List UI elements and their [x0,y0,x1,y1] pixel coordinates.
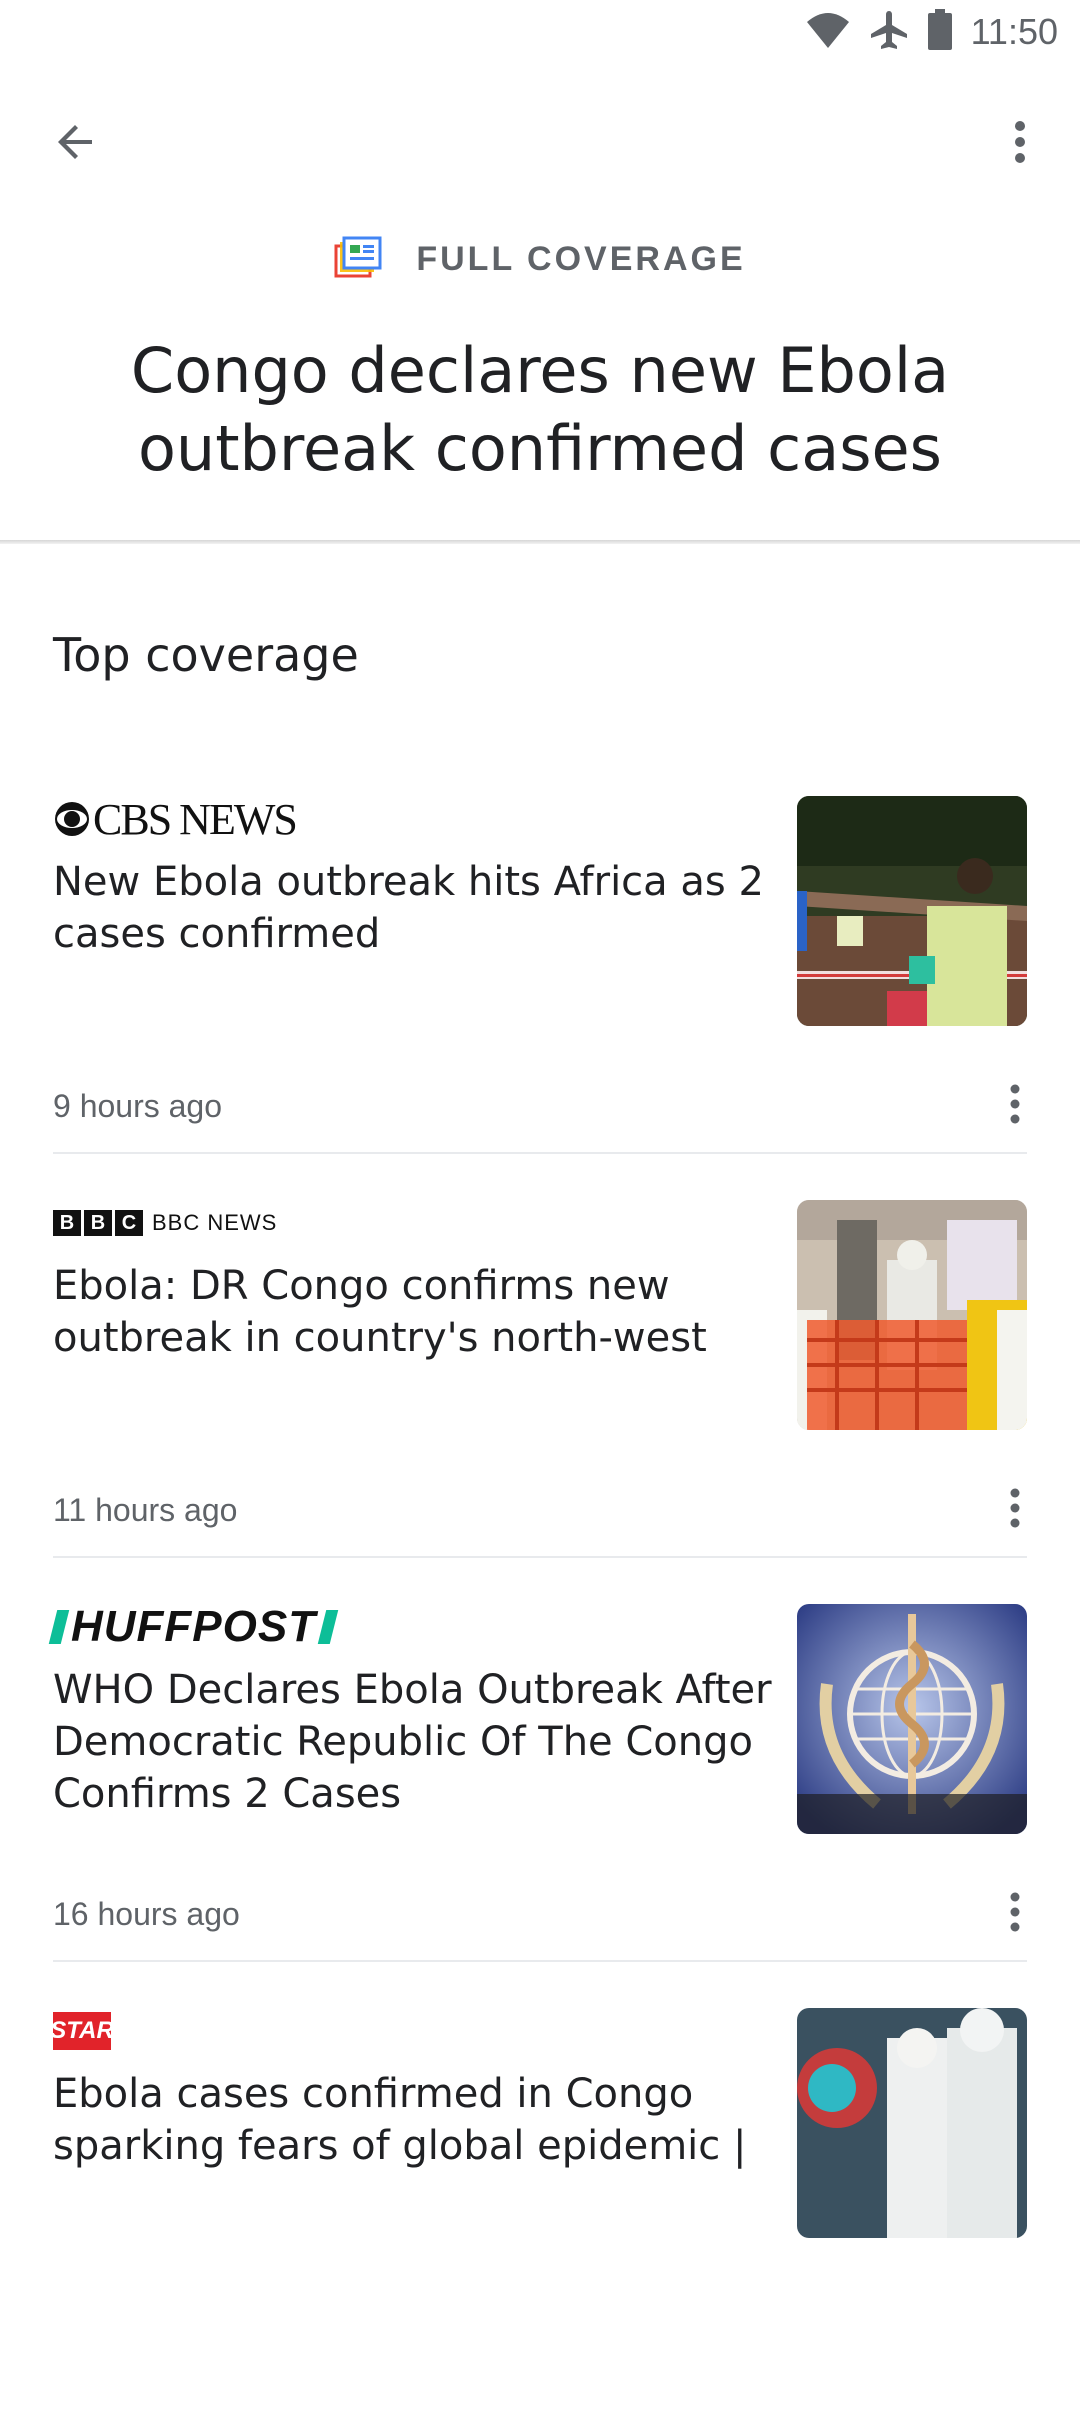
article-headline[interactable]: Ebola: DR Congo confirms new outbreak in… [53,1260,773,1364]
article-more-button[interactable] [991,1066,1039,1146]
publisher-name: CBS NEWS [93,794,298,844]
article-divider [53,1960,1027,1962]
status-icons: 11:50 [805,8,1058,56]
more-vert-icon [1014,120,1026,169]
article-text: CBS NEWS New Ebola outbreak hits Africa … [53,794,773,960]
publisher-name: BBC NEWS [152,1210,278,1235]
cbs-eye-icon [55,802,89,836]
cbs-news-logo: CBS NEWS [53,794,298,845]
huffpost-logo: HUFFPOST [48,1602,339,1652]
article-time: 11 hours ago [53,1492,238,1528]
article-thumbnail[interactable] [797,2008,1027,2238]
article-time: 9 hours ago [53,1088,223,1124]
story-title: Congo declares new Ebola outbreak confir… [130,334,950,485]
bbc-news-logo: BBC BBC NEWS [53,1210,277,1236]
article-thumbnail[interactable] [797,796,1027,1026]
article-time: 16 hours ago [53,1896,240,1932]
section-title: Top coverage [53,628,359,682]
article-divider [53,1556,1027,1558]
more-vert-icon [1010,1488,1020,1533]
more-options-button[interactable] [984,108,1056,180]
status-bar: 11:50 [0,0,1080,64]
article-divider [53,1152,1027,1154]
publisher-logo: STAR [50,2008,773,2054]
article-more-button[interactable] [991,1874,1039,1954]
article-text: STAR Ebola cases confirmed in Congo spar… [50,2008,773,2172]
status-time: 11:50 [970,11,1058,52]
daily-star-logo: STAR [50,2012,114,2050]
article-headline[interactable]: New Ebola outbreak hits Africa as 2 case… [53,856,773,960]
battery-icon [927,8,953,56]
article-headline[interactable]: WHO Declares Ebola Outbreak After Democr… [53,1664,773,1820]
article-more-button[interactable] [991,1470,1039,1550]
article-headline[interactable]: Ebola cases confirmed in Congo sparking … [53,2068,773,2172]
publisher-logo: CBS NEWS [53,794,773,845]
article-text: HUFFPOST WHO Declares Ebola Outbreak Aft… [48,1602,773,1820]
more-vert-icon [1010,1084,1020,1129]
article-thumbnail[interactable] [797,1200,1027,1430]
publisher-logo: BBC BBC NEWS [53,1200,773,1246]
publisher-name: STAR [50,2017,114,2044]
article-card[interactable]: BBC BBC NEWS Ebola: DR Congo confirms ne… [53,1200,1027,1604]
full-coverage-label: FULL COVERAGE [416,240,746,278]
more-vert-icon [1010,1892,1020,1937]
back-button[interactable] [40,108,112,180]
article-thumbnail[interactable] [797,1604,1027,1834]
airplane-icon [869,9,909,56]
article-text: BBC BBC NEWS Ebola: DR Congo confirms ne… [53,1200,773,1364]
header-divider [0,540,1080,544]
wifi-icon [805,10,851,55]
article-card[interactable]: HUFFPOST WHO Declares Ebola Outbreak Aft… [48,1602,1027,2008]
full-coverage-header: FULL COVERAGE [0,236,1080,283]
publisher-name: HUFFPOST [71,1602,317,1651]
full-coverage-icon [334,236,382,283]
arrow-back-icon [52,118,100,171]
article-card[interactable]: STAR Ebola cases confirmed in Congo spar… [50,2008,1027,2412]
publisher-logo: HUFFPOST [48,1602,773,1652]
article-card[interactable]: CBS NEWS New Ebola outbreak hits Africa … [53,794,1027,1200]
app-bar [0,96,1080,176]
